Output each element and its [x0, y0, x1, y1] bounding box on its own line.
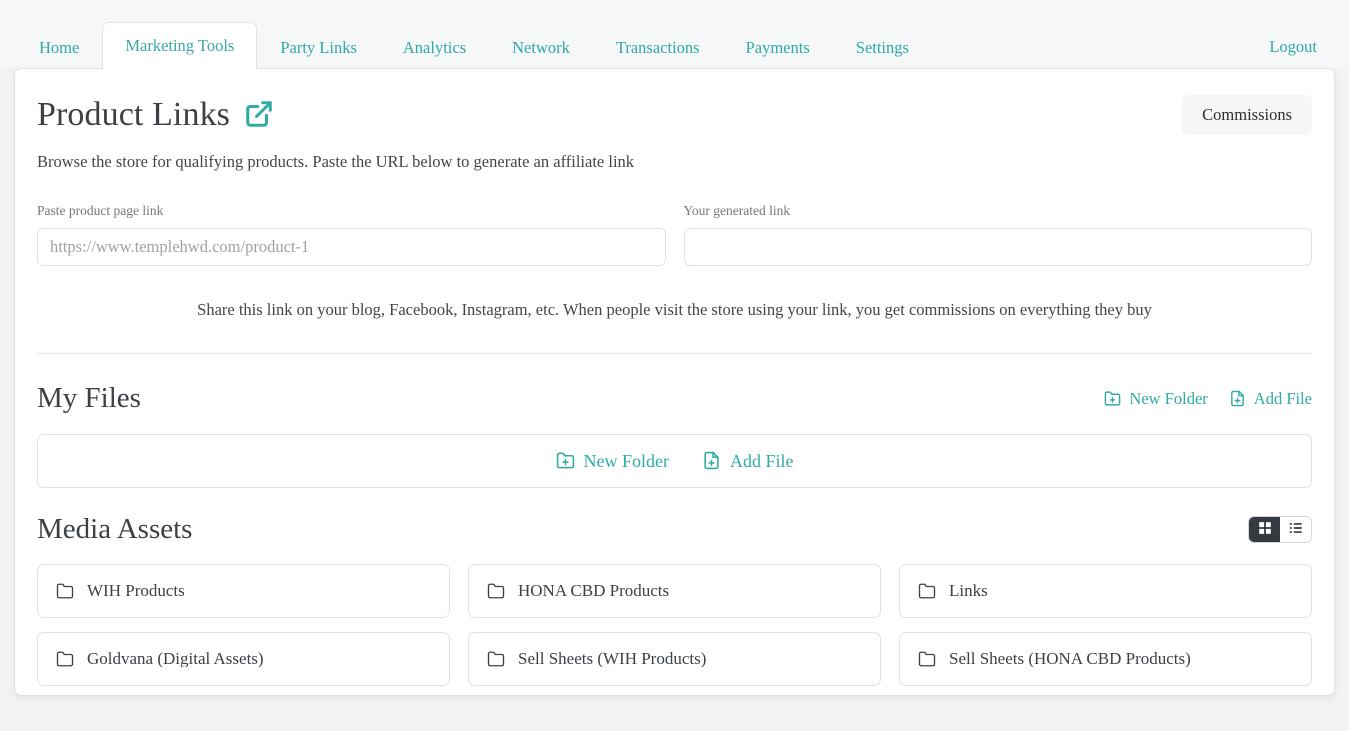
- new-folder-label: New Folder: [1129, 388, 1208, 408]
- my-files-header: My Files New Folder Add File: [37, 382, 1312, 415]
- nav-tab-party-links[interactable]: Party Links: [257, 26, 380, 70]
- content-card: Product Links Commissions Browse the sto…: [14, 68, 1335, 696]
- new-folder-button[interactable]: New Folder: [1104, 388, 1208, 408]
- list-icon: [1289, 521, 1303, 538]
- generated-link-label: Your generated link: [683, 202, 791, 218]
- generated-link-field-group: Your generated link: [683, 202, 1312, 266]
- media-folder-name: Links: [949, 582, 988, 600]
- share-note: Share this link on your blog, Facebook, …: [197, 299, 1152, 319]
- logout-link[interactable]: Logout: [1253, 26, 1333, 69]
- box-add-file-label: Add File: [729, 450, 794, 471]
- media-folder-name: Sell Sheets (HONA CBD Products): [949, 650, 1191, 668]
- folder-icon: [56, 650, 74, 668]
- nav-tab-list: Home Marketing Tools Party Links Analytics N…: [16, 21, 1253, 69]
- nav-tab-analytics[interactable]: Analytics: [380, 26, 489, 70]
- page-subtitle: Browse the store for qualifying products…: [37, 152, 635, 172]
- main-navigation: Home Marketing Tools Party Links Analytics N…: [0, 0, 1349, 69]
- my-files-title: My Files: [37, 382, 141, 415]
- nav-tab-network[interactable]: Network: [489, 26, 593, 70]
- box-new-folder-button[interactable]: New Folder: [556, 451, 669, 470]
- media-assets-title: Media Assets: [37, 512, 193, 545]
- paste-link-input[interactable]: [37, 227, 666, 266]
- list-view-button[interactable]: [1280, 516, 1311, 542]
- paste-link-label: Paste product page link: [37, 202, 164, 218]
- media-folder-card[interactable]: HONA CBD Products: [468, 563, 881, 618]
- app-root: Home Marketing Tools Party Links Analytics N…: [0, 0, 1349, 731]
- file-plus-icon: [702, 451, 721, 470]
- media-assets-header: Media Assets: [37, 513, 1312, 546]
- nav-tab-settings[interactable]: Settings: [833, 26, 932, 70]
- nav-tab-transactions[interactable]: Transactions: [593, 26, 723, 70]
- media-folder-card[interactable]: Links: [899, 563, 1312, 618]
- page-header: Product Links Commissions: [37, 95, 1312, 136]
- media-folder-card[interactable]: Sell Sheets (HONA CBD Products): [899, 631, 1312, 686]
- my-files-actions: New Folder Add File: [1104, 390, 1312, 407]
- external-link-icon[interactable]: [244, 99, 274, 134]
- file-plus-icon: [1229, 390, 1246, 407]
- nav-tab-payments[interactable]: Payments: [723, 26, 833, 70]
- media-folder-name: WIH Products: [87, 582, 185, 600]
- title-group: Product Links: [37, 95, 274, 134]
- folder-plus-icon: [1104, 390, 1121, 407]
- media-folder-card[interactable]: Sell Sheets (WIH Products): [468, 631, 881, 686]
- media-folder-name: Sell Sheets (WIH Products): [518, 650, 707, 668]
- grid-view-button[interactable]: [1249, 516, 1280, 542]
- grid-icon: [1258, 521, 1272, 538]
- folder-icon: [487, 582, 505, 600]
- media-folder-name: HONA CBD Products: [518, 582, 670, 600]
- nav-tab-marketing-tools[interactable]: Marketing Tools: [102, 21, 258, 69]
- media-folder-card[interactable]: Goldvana (Digital Assets): [37, 631, 450, 686]
- media-folder-card[interactable]: WIH Products: [37, 563, 450, 618]
- link-generator-form: Paste product page link Your generated l…: [37, 203, 1312, 266]
- box-new-folder-label: New Folder: [583, 450, 669, 471]
- section-divider: [37, 353, 1312, 355]
- generated-link-input[interactable]: [683, 227, 1312, 266]
- view-mode-toggle: [1248, 515, 1312, 543]
- paste-link-field-group: Paste product page link: [37, 203, 666, 266]
- add-file-button[interactable]: Add File: [1229, 390, 1312, 407]
- box-add-file-button[interactable]: Add File: [702, 451, 794, 470]
- media-folder-name: Goldvana (Digital Assets): [87, 650, 264, 668]
- media-assets-folder-grid: WIH Products HONA CBD Products Links Goldva…: [37, 563, 1312, 686]
- add-file-label: Add File: [1253, 388, 1312, 408]
- nav-tab-home[interactable]: Home: [16, 26, 102, 70]
- my-files-empty-box: New Folder Add File: [37, 433, 1312, 488]
- folder-icon: [487, 650, 505, 668]
- folder-icon: [918, 650, 936, 668]
- commissions-button[interactable]: Commissions: [1182, 95, 1312, 136]
- page-title: Product Links: [37, 96, 231, 133]
- folder-plus-icon: [556, 451, 575, 470]
- folder-icon: [56, 582, 74, 600]
- folder-icon: [918, 582, 936, 600]
